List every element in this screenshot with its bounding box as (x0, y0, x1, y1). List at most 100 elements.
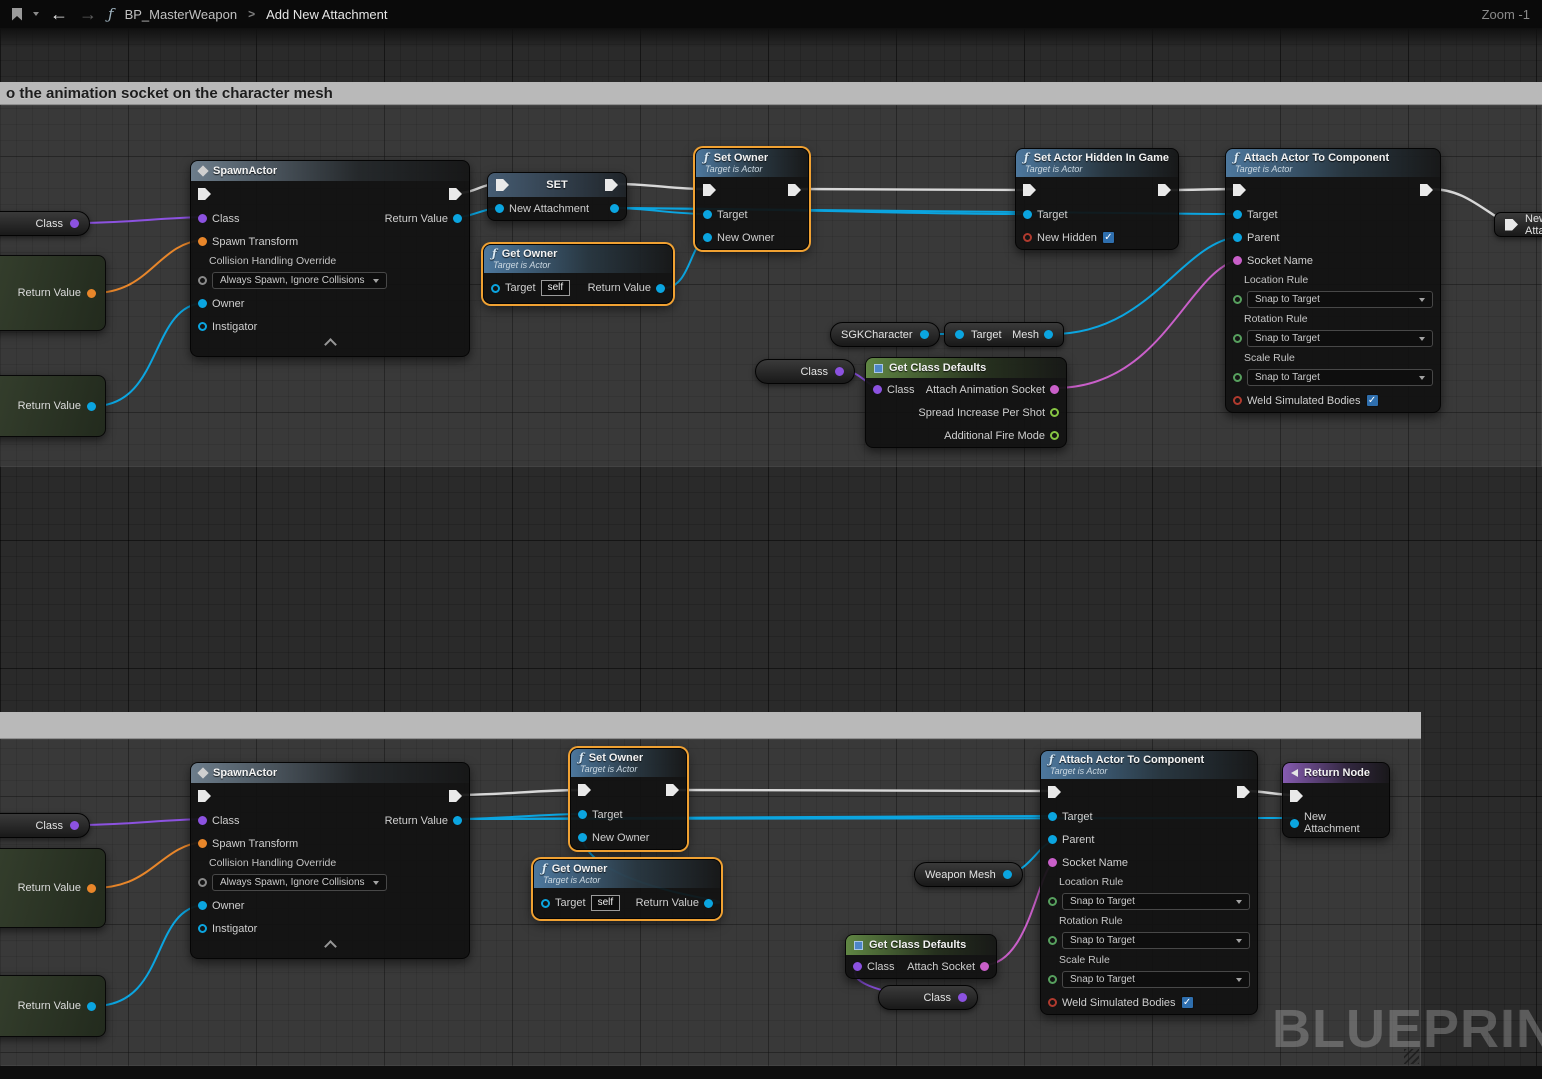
rotation-rule-dropdown[interactable]: Snap to Target (1247, 330, 1433, 347)
location-rule-dropdown[interactable]: Snap to Target (1247, 291, 1433, 308)
rotation-rule-pin[interactable] (1048, 936, 1057, 945)
new-hidden-pin[interactable] (1023, 233, 1032, 242)
mesh-out-pin[interactable] (1044, 330, 1053, 339)
bookmark-icon[interactable] (12, 8, 22, 21)
return-value-pin[interactable] (453, 816, 462, 825)
class-pin[interactable] (853, 962, 862, 971)
exec-out-pin[interactable] (1420, 184, 1433, 196)
class-variable-pill-top-mid[interactable]: Class (755, 359, 855, 384)
target-self-input[interactable]: self (541, 280, 571, 296)
get-owner-node-top[interactable]: ƒ Get Owner Target is Actor Target self … (483, 244, 673, 304)
get-owner-ref-node-top[interactable]: Return Value (0, 375, 106, 437)
additional-fire-mode-pin[interactable] (1050, 431, 1059, 440)
scale-rule-pin[interactable] (1048, 975, 1057, 984)
new-attachment-out-pin[interactable] (610, 204, 619, 213)
return-node[interactable]: Return Node New Attachment (1282, 762, 1390, 838)
class-variable-pill-bottom-mid[interactable]: Class (878, 985, 978, 1010)
get-owner-ref-node-bottom[interactable]: Return Value (0, 975, 106, 1037)
get-transform-node-top[interactable]: Return Value (0, 255, 106, 331)
instigator-pin[interactable] (198, 322, 207, 331)
scale-rule-dropdown[interactable]: Snap to Target (1247, 369, 1433, 386)
location-rule-dropdown[interactable]: Snap to Target (1062, 893, 1250, 910)
target-pin[interactable] (491, 284, 500, 293)
target-self-input[interactable]: self (591, 895, 621, 911)
exec-in-pin[interactable] (198, 790, 211, 802)
exec-out-pin[interactable] (788, 184, 801, 196)
exec-in-pin[interactable] (496, 179, 509, 191)
location-rule-pin[interactable] (1048, 897, 1057, 906)
weapon-mesh-pill[interactable]: Weapon Mesh (914, 862, 1023, 887)
socket-name-pin[interactable] (1233, 256, 1242, 265)
class-pin[interactable] (198, 214, 207, 223)
exec-out-pin[interactable] (605, 179, 618, 191)
target-pin[interactable] (955, 330, 964, 339)
target-pin[interactable] (1023, 210, 1032, 219)
get-mesh-node[interactable]: Target Mesh (944, 322, 1064, 347)
return-value-pin[interactable] (656, 284, 665, 293)
target-pin[interactable] (541, 899, 550, 908)
get-class-defaults-node-top[interactable]: Get Class Defaults Class Attach Animatio… (865, 357, 1067, 448)
spread-increase-pin[interactable] (1050, 408, 1059, 417)
collision-dropdown[interactable]: Always Spawn, Ignore Collisions (212, 874, 387, 891)
comment-header-bottom[interactable] (0, 712, 1421, 739)
collapse-chevron-icon[interactable] (324, 940, 337, 953)
breadcrumb-current[interactable]: Add New Attachment (266, 7, 387, 22)
class-variable-pill-top-left[interactable]: Class (0, 211, 90, 236)
location-rule-pin[interactable] (1233, 295, 1242, 304)
collision-pin[interactable] (198, 878, 207, 887)
class-out-pin[interactable] (70, 219, 79, 228)
weapon-mesh-out-pin[interactable] (1003, 870, 1012, 879)
rotation-rule-pin[interactable] (1233, 334, 1242, 343)
new-owner-pin[interactable] (578, 833, 587, 842)
collision-pin[interactable] (198, 276, 207, 285)
collapse-chevron-icon[interactable] (324, 338, 337, 351)
get-class-defaults-node-bottom[interactable]: Get Class Defaults Class Attach Socket (845, 934, 997, 979)
attach-actor-node-bottom[interactable]: ƒ Attach Actor To Component Target is Ac… (1040, 750, 1258, 1015)
weld-checkbox[interactable]: ✓ (1366, 394, 1379, 407)
class-out-pin[interactable] (70, 821, 79, 830)
target-pin[interactable] (703, 210, 712, 219)
class-pin[interactable] (873, 385, 882, 394)
sgk-character-pill[interactable]: SGKCharacter (830, 322, 940, 347)
breadcrumb-root[interactable]: BP_MasterWeapon (125, 7, 238, 22)
bookmark-dropdown-caret-icon[interactable] (33, 12, 39, 16)
class-out-pin[interactable] (958, 993, 967, 1002)
target-pin[interactable] (578, 810, 587, 819)
set-actor-hidden-node[interactable]: ƒ Set Actor Hidden In Game Target is Act… (1015, 148, 1179, 250)
new-hidden-checkbox[interactable]: ✓ (1102, 231, 1115, 244)
exec-out-pin[interactable] (449, 188, 462, 200)
new-attachment-in-pin[interactable] (495, 204, 504, 213)
return-value-pin[interactable] (87, 402, 96, 411)
forward-button[interactable]: → (79, 5, 97, 23)
weld-pin[interactable] (1048, 998, 1057, 1007)
exec-in-pin[interactable] (1023, 184, 1036, 196)
class-variable-pill-bottom-left[interactable]: Class (0, 813, 90, 838)
return-value-pin[interactable] (87, 884, 96, 893)
target-pin[interactable] (1233, 210, 1242, 219)
exec-in-pin[interactable] (703, 184, 716, 196)
set-new-attachment-node[interactable]: SET New Attachment (487, 172, 627, 221)
sgk-character-out-pin[interactable] (920, 330, 929, 339)
set-owner-node-bottom[interactable]: ƒ Set Owner Target is Actor Target New O… (570, 748, 687, 850)
exec-in-pin[interactable] (1233, 184, 1246, 196)
return-value-pin[interactable] (87, 1002, 96, 1011)
back-button[interactable]: ← (50, 5, 68, 23)
exec-in-pin[interactable] (1505, 219, 1518, 231)
scale-rule-pin[interactable] (1233, 373, 1242, 382)
exec-in-pin[interactable] (1290, 790, 1303, 802)
new-attachment-clipped-node[interactable]: New Atta (1494, 212, 1542, 237)
weld-pin[interactable] (1233, 396, 1242, 405)
exec-out-pin[interactable] (1158, 184, 1171, 196)
spawn-actor-node-top[interactable]: SpawnActor Class Return Value Spawn Tran… (190, 160, 470, 357)
owner-pin[interactable] (198, 901, 207, 910)
exec-out-pin[interactable] (1237, 786, 1250, 798)
weld-checkbox[interactable]: ✓ (1181, 996, 1194, 1009)
spawn-transform-pin[interactable] (198, 839, 207, 848)
attach-animation-socket-pin[interactable] (1050, 385, 1059, 394)
return-value-pin[interactable] (87, 289, 96, 298)
target-pin[interactable] (1048, 812, 1057, 821)
exec-in-pin[interactable] (1048, 786, 1061, 798)
rotation-rule-dropdown[interactable]: Snap to Target (1062, 932, 1250, 949)
exec-in-pin[interactable] (578, 784, 591, 796)
owner-pin[interactable] (198, 299, 207, 308)
